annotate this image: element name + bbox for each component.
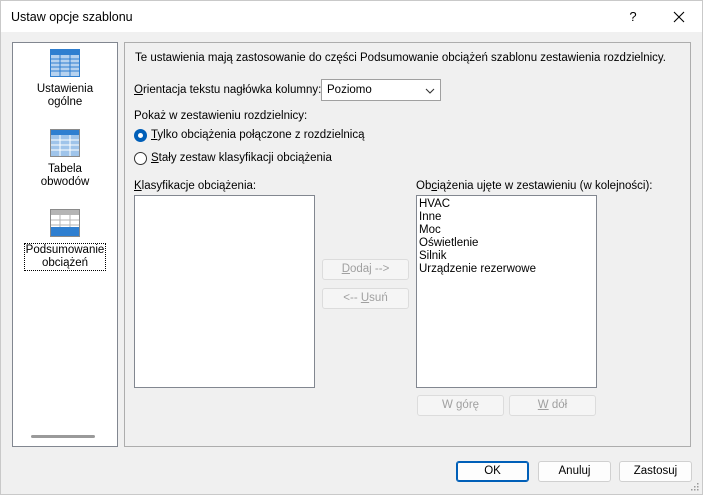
- nav-item-general-settings[interactable]: Ustawienia ogólne: [13, 49, 117, 109]
- orientation-label: Orientacja tekstu nagłówka kolumny:: [134, 84, 322, 96]
- nav-label-line2: obwodów: [40, 176, 90, 188]
- nav-item-circuit-table[interactable]: Tabela obwodów: [13, 129, 117, 189]
- apply-button[interactable]: Zastosuj: [619, 461, 692, 482]
- fixed-classification-radio[interactable]: [134, 152, 147, 165]
- list-item[interactable]: HVAC: [417, 198, 596, 211]
- cancel-button[interactable]: Anuluj: [538, 461, 611, 482]
- nav-label-line1: Ustawienia: [36, 83, 94, 95]
- list-item[interactable]: Urządzenie rezerwowe: [417, 263, 596, 276]
- resize-grip-icon[interactable]: [689, 481, 699, 491]
- ok-button[interactable]: OK: [456, 461, 529, 482]
- cancel-label: Anuluj: [558, 465, 591, 477]
- orientation-value: Poziomo: [327, 84, 372, 96]
- list-item[interactable]: Oświetlenie: [417, 237, 596, 250]
- included-loads-label: Obciążenia ujęte w zestawieniu (w kolejn…: [416, 180, 653, 192]
- list-item[interactable]: Silnik: [417, 250, 596, 263]
- nav-item-load-summary[interactable]: Podsumowanie obciążeń: [13, 209, 117, 271]
- table-grid-icon: [50, 129, 80, 157]
- orientation-select[interactable]: Poziomo: [321, 79, 441, 101]
- nav-label-line2: obciążeń: [41, 257, 89, 269]
- fixed-classification-label[interactable]: Stały zestaw klasyfikacji obciążenia: [151, 152, 332, 164]
- close-icon: [673, 11, 685, 23]
- only-connected-loads-radio[interactable]: [134, 129, 147, 142]
- table-grid-icon: [50, 49, 80, 77]
- nav-label-line2: ogólne: [47, 96, 83, 108]
- load-classifications-label: Klasyfikacje obciążenia:: [134, 180, 257, 192]
- list-item[interactable]: Inne: [417, 211, 596, 224]
- add-button[interactable]: Dodaj -->: [322, 259, 409, 280]
- help-label: ?: [629, 9, 637, 24]
- close-button[interactable]: [663, 6, 695, 28]
- remove-button[interactable]: <-- Usuń: [322, 288, 409, 309]
- show-in-schedule-label: Pokaż w zestawieniu rozdzielnicy:: [134, 110, 308, 122]
- nav-label-line1: Tabela: [48, 163, 82, 175]
- move-up-button[interactable]: W górę: [417, 395, 504, 416]
- nav-label-line1: Podsumowanie: [25, 244, 105, 256]
- settings-panel: Te ustawienia mają zastosowanie do częśc…: [124, 42, 691, 447]
- load-classifications-list[interactable]: [134, 195, 315, 388]
- nav-scrollbar[interactable]: [31, 435, 95, 438]
- list-item[interactable]: Moc: [417, 224, 596, 237]
- dialog-title: Ustaw opcje szablonu: [11, 10, 133, 24]
- chevron-down-icon: [425, 88, 435, 94]
- category-nav: Ustawienia ogólne Tabela obwodów Podsumowa…: [12, 42, 118, 447]
- included-loads-list[interactable]: HVAC Inne Moc Oświetlenie Silnik Urządze…: [416, 195, 597, 388]
- dialog-window: Ustaw opcje szablonu ? Ustawieniaogólne: [0, 0, 703, 495]
- table-grid-icon: [50, 209, 80, 237]
- only-connected-loads-label[interactable]: Tylko obciążenia połączone z rozdzielnic…: [151, 129, 365, 141]
- title-bar: Ustaw opcje szablonu ?: [1, 1, 702, 32]
- move-down-button[interactable]: W dół: [509, 395, 596, 416]
- ok-label: OK: [484, 465, 501, 477]
- help-button[interactable]: ?: [619, 6, 647, 28]
- panel-description: Te ustawienia mają zastosowanie do częśc…: [135, 52, 666, 64]
